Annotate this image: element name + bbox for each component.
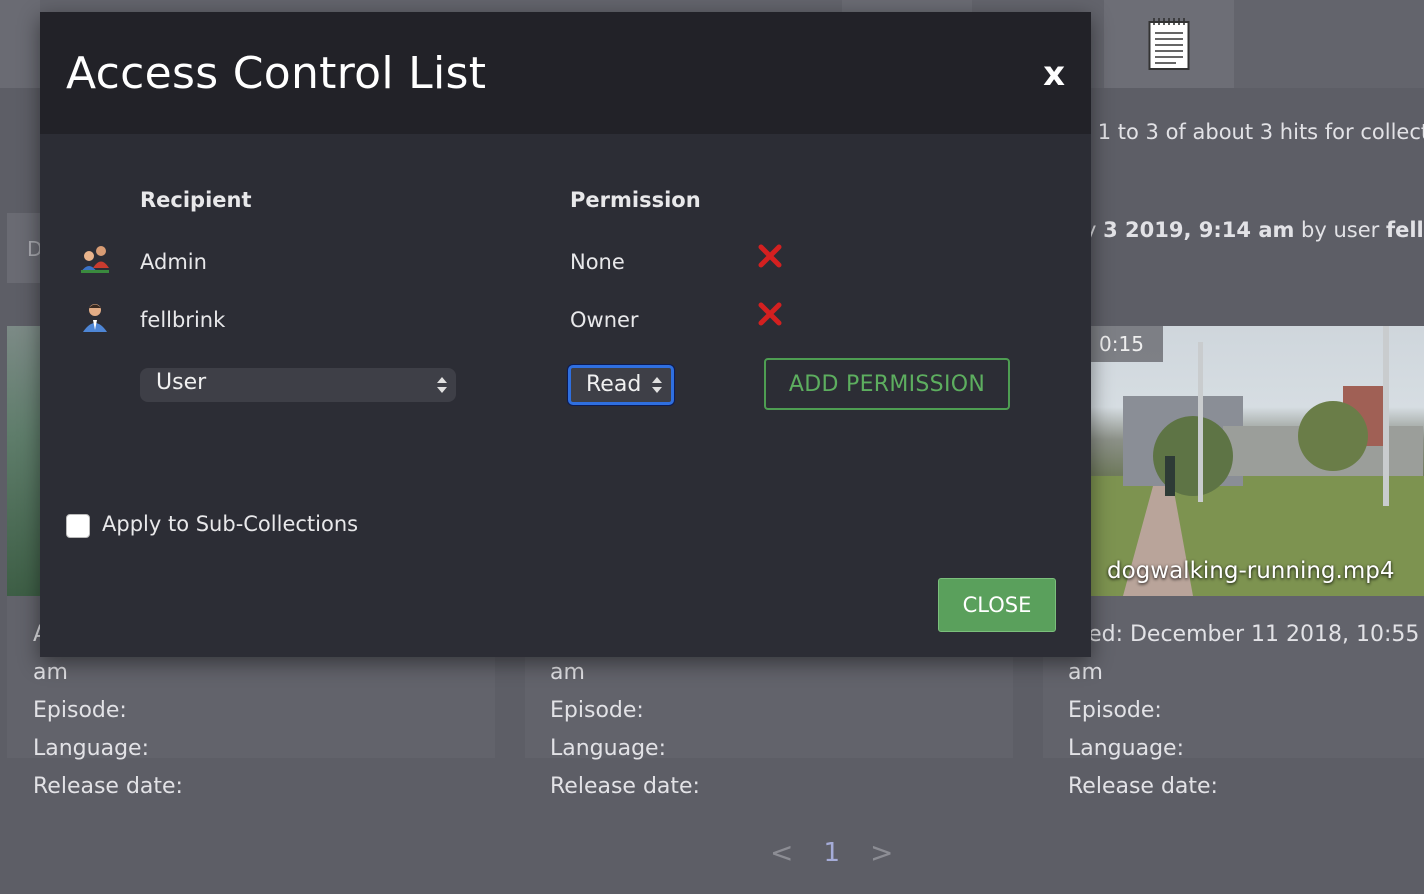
- user-icon: [83, 304, 107, 332]
- permission-header: Permission: [570, 188, 701, 212]
- prev-page-icon[interactable]: <: [770, 836, 793, 869]
- permission-value: Owner: [570, 308, 639, 332]
- notepad-icon: [1148, 18, 1190, 70]
- add-permission-button[interactable]: ADD PERMISSION: [764, 358, 1010, 410]
- recipient-name: Admin: [140, 250, 207, 274]
- permission-select[interactable]: Read: [568, 365, 674, 405]
- page-number[interactable]: 1: [823, 838, 840, 868]
- notepad-tile[interactable]: [1104, 0, 1234, 88]
- modal-header: Access Control List x: [40, 12, 1091, 134]
- modal-close-icon[interactable]: x: [1043, 54, 1065, 94]
- video-thumbnail[interactable]: [1043, 326, 1424, 596]
- remove-permission-icon[interactable]: [757, 301, 783, 327]
- permission-value: None: [570, 250, 625, 274]
- select-arrows-icon: [652, 377, 662, 393]
- thumbnail-scene: [1043, 326, 1424, 596]
- close-button[interactable]: CLOSE: [938, 578, 1056, 632]
- search-hits-text: : 1 to 3 of about 3 hits for collectio: [1084, 120, 1424, 144]
- apply-subcollections-label: Apply to Sub-Collections: [102, 512, 359, 536]
- updated-info: y 3 2019, 9:14 am by user fellbrin: [1084, 218, 1424, 242]
- pagination: < 1 >: [770, 836, 893, 869]
- duration-badge: 0:15: [1091, 326, 1163, 362]
- remove-permission-icon[interactable]: [757, 243, 783, 269]
- group-icon: [81, 246, 109, 273]
- recipient-name: fellbrink: [140, 308, 226, 332]
- modal-title: Access Control List: [66, 48, 487, 99]
- select-arrows-icon: [437, 377, 447, 393]
- media-card[interactable]: 0:15 dogwalking-running.mp4 lded: Decemb…: [1043, 326, 1424, 799]
- video-filename[interactable]: dogwalking-running.mp4: [1107, 558, 1394, 584]
- card-meta: lded: December 11 2018, 10:55 am Episode…: [1068, 622, 1420, 799]
- recipient-header: Recipient: [140, 188, 252, 212]
- acl-modal: Access Control List x Recipient Permissi…: [40, 12, 1091, 657]
- top-bar-segment: [0, 0, 40, 88]
- recipient-type-select[interactable]: User: [140, 368, 456, 402]
- next-page-icon[interactable]: >: [870, 836, 893, 869]
- apply-subcollections-checkbox[interactable]: [66, 514, 90, 538]
